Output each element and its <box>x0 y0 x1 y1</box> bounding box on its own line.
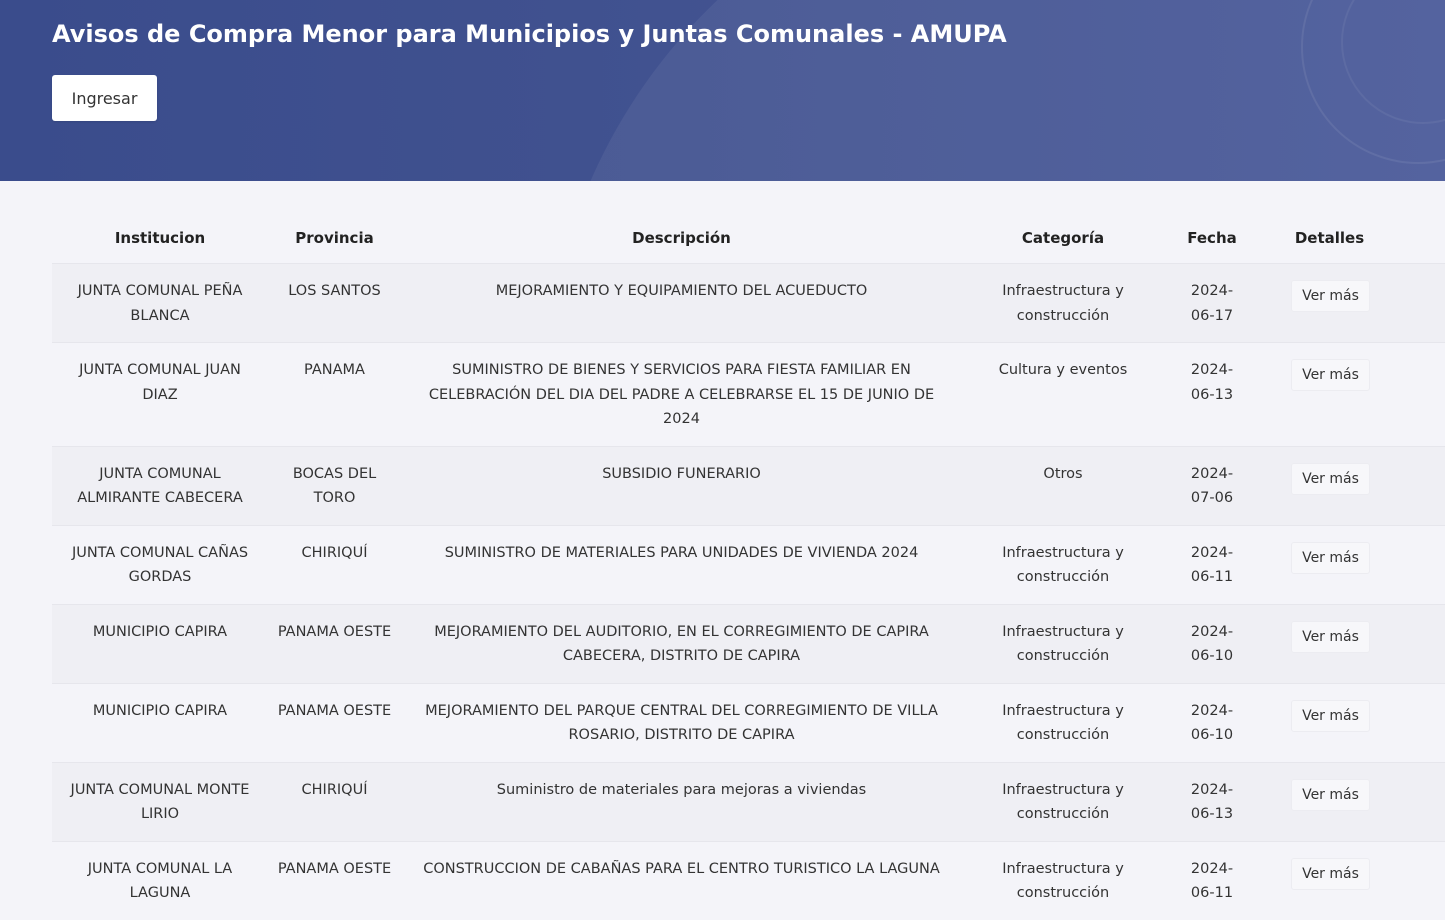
cell-descripcion: SUBSIDIO FUNERARIO <box>401 445 962 525</box>
cell-provincia: PANAMA <box>268 342 401 446</box>
cell-categoria: Cultura y eventos <box>962 342 1164 446</box>
cell-descripcion: Suministro de materiales para mejoras a … <box>401 761 962 841</box>
cell-institucion: MUNICIPIO CAPIRA <box>52 603 268 683</box>
cell-provincia: LOS SANTOS <box>268 263 401 343</box>
cell-categoria: Otros <box>962 445 1164 525</box>
notices-table: Institucion Provincia Descripción Catego… <box>52 213 1445 920</box>
cell-descripcion: MEJORAMIENTO DEL AUDITORIO, EN EL CORREG… <box>401 603 962 683</box>
table-row: JUNTA COMUNAL PEÑA BLANCA LOS SANTOS MEJOR… <box>52 263 1445 343</box>
column-header-institucion: Institucion <box>114 229 206 247</box>
cell-fecha: 2024-06-10 <box>1164 682 1260 762</box>
cell-categoria: Infraestructura y construcción <box>962 840 1164 920</box>
column-header-categoria: Categoría <box>1021 229 1105 247</box>
ver-mas-button[interactable]: Ver más <box>1291 280 1370 312</box>
column-header-fecha: Fecha <box>1187 229 1237 247</box>
column-header-descripcion: Descripción <box>632 229 731 247</box>
ver-mas-button[interactable]: Ver más <box>1291 359 1370 391</box>
cell-institucion: JUNTA COMUNAL PEÑA BLANCA <box>52 263 268 343</box>
column-header-provincia: Provincia <box>295 229 374 247</box>
table-row: JUNTA COMUNAL CAÑAS GORDAS CHIRIQUÍ SUMINI… <box>52 524 1445 604</box>
table-row: MUNICIPIO CAPIRA PANAMA OESTE MEJORAMIENTO… <box>52 682 1445 762</box>
table-row: JUNTA COMUNAL JUAN DIAZ PANAMA SUMINISTRO … <box>52 342 1445 446</box>
page-header: Avisos de Compra Menor para Municipios y… <box>0 0 1445 181</box>
cell-institucion: JUNTA COMUNAL JUAN DIAZ <box>52 342 268 446</box>
table-row: JUNTA COMUNAL ALMIRANTE CABECERA BOCAS DE… <box>52 445 1445 525</box>
cell-fecha: 2024-06-11 <box>1164 524 1260 604</box>
cell-detalles: Ver más <box>1260 263 1445 343</box>
notices-table-container: Institucion Provincia Descripción Catego… <box>52 213 1445 920</box>
table-row: JUNTA COMUNAL LA LAGUNA PANAMA OESTE CONST… <box>52 840 1445 920</box>
ver-mas-button[interactable]: Ver más <box>1291 778 1370 811</box>
cell-provincia: PANAMA OESTE <box>268 603 401 683</box>
cell-categoria: Infraestructura y construcción <box>962 603 1164 683</box>
cell-descripcion: MEJORAMIENTO DEL PARQUE CENTRAL DEL CORR… <box>401 682 962 762</box>
table-body: JUNTA COMUNAL PEÑA BLANCA LOS SANTOS MEJOR… <box>52 263 1445 920</box>
cell-fecha: 2024-06-11 <box>1164 840 1260 920</box>
cell-fecha: 2024-06-17 <box>1164 263 1260 343</box>
cell-categoria: Infraestructura y construcción <box>962 263 1164 343</box>
cell-provincia: CHIRIQUÍ <box>268 761 401 841</box>
cell-fecha: 2024-06-10 <box>1164 603 1260 683</box>
cell-detalles: Ver más <box>1260 445 1445 525</box>
ver-mas-button[interactable]: Ver más <box>1291 620 1370 653</box>
page-title: Avisos de Compra Menor para Municipios y… <box>52 20 1007 48</box>
cell-detalles: Ver más <box>1260 603 1445 683</box>
cell-provincia: PANAMA OESTE <box>268 840 401 920</box>
cell-provincia: BOCAS DEL TORO <box>268 445 401 525</box>
ver-mas-button[interactable]: Ver más <box>1291 541 1370 574</box>
cell-institucion: JUNTA COMUNAL LA LAGUNA <box>52 840 268 920</box>
table-row: MUNICIPIO CAPIRA PANAMA OESTE MEJORAMIENTO… <box>52 603 1445 683</box>
cell-detalles: Ver más <box>1260 342 1445 446</box>
cell-detalles: Ver más <box>1260 682 1445 762</box>
table-header-row: Institucion Provincia Descripción Catego… <box>52 213 1445 264</box>
cell-categoria: Infraestructura y construcción <box>962 761 1164 841</box>
column-header-detalles: Detalles <box>1294 229 1365 247</box>
login-button[interactable]: Ingresar <box>52 75 157 121</box>
cell-categoria: Infraestructura y construcción <box>962 524 1164 604</box>
cell-descripcion: SUMINISTRO DE BIENES Y SERVICIOS PARA FI… <box>401 342 962 446</box>
ver-mas-button[interactable]: Ver más <box>1291 462 1370 495</box>
cell-detalles: Ver más <box>1260 840 1445 920</box>
cell-institucion: JUNTA COMUNAL CAÑAS GORDAS <box>52 524 268 604</box>
cell-provincia: PANAMA OESTE <box>268 682 401 762</box>
cell-fecha: 2024-06-13 <box>1164 761 1260 841</box>
cell-descripcion: SUMINISTRO DE MATERIALES PARA UNIDADES D… <box>401 524 962 604</box>
cell-fecha: 2024-06-13 <box>1164 342 1260 446</box>
cell-fecha: 2024-07-06 <box>1164 445 1260 525</box>
table-row: JUNTA COMUNAL MONTE LIRIO CHIRIQUÍ Suminis… <box>52 761 1445 841</box>
cell-categoria: Infraestructura y construcción <box>962 682 1164 762</box>
ver-mas-button[interactable]: Ver más <box>1291 699 1370 732</box>
cell-detalles: Ver más <box>1260 761 1445 841</box>
cell-provincia: CHIRIQUÍ <box>268 524 401 604</box>
cell-institucion: MUNICIPIO CAPIRA <box>52 682 268 762</box>
cell-detalles: Ver más <box>1260 524 1445 604</box>
cell-institucion: JUNTA COMUNAL MONTE LIRIO <box>52 761 268 841</box>
cell-institucion: JUNTA COMUNAL ALMIRANTE CABECERA <box>52 445 268 525</box>
ver-mas-button[interactable]: Ver más <box>1291 857 1370 890</box>
cell-descripcion: MEJORAMIENTO Y EQUIPAMIENTO DEL ACUEDUCT… <box>401 263 962 343</box>
cell-descripcion: CONSTRUCCION DE CABAÑAS PARA EL CENTRO T… <box>401 840 962 920</box>
